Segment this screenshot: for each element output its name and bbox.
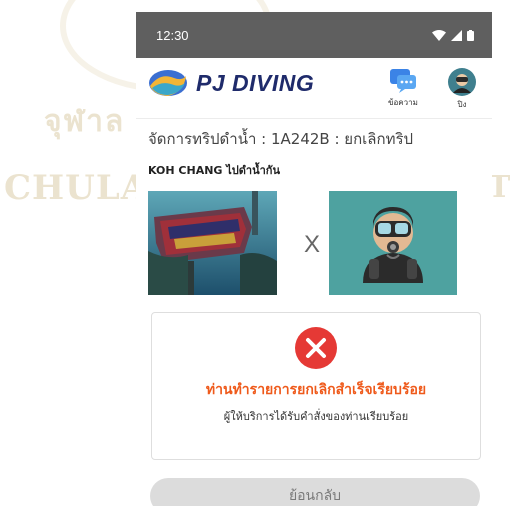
phone-screen: 12:30 PJ DIVING ข้อความ ปิง จัดการทริปดำ… [136,12,492,506]
dive-site-photo [148,191,277,295]
wifi-icon [432,29,446,41]
breadcrumb: จัดการทริปดำน้ำ : 1A242B : ยกเลิกทริป [148,130,414,148]
status-bar: 12:30 [136,12,492,58]
scuba-diver-icon [363,207,423,283]
status-icons [432,29,474,41]
app-header: PJ DIVING ข้อความ ปิง [136,58,492,119]
trip-title: KOH CHANG ไปดำน้ำกัน [148,164,280,177]
profile-button[interactable]: ปิง [448,68,476,111]
separator-x: X [304,231,321,258]
app-logo[interactable]: PJ DIVING [148,68,314,98]
wave-logo-icon [149,70,187,96]
messages-button[interactable]: ข้อความ [388,68,418,109]
result-title: ท่านทำรายการยกเลิกสำเร็จเรียบร้อย [205,382,427,398]
result-subtitle: ผู้ให้บริการได้รับคำสั่งของท่านเรียบร้อย [223,410,409,423]
cellular-signal-icon [451,29,462,41]
trip-images-row: X [136,191,492,295]
diver-illustration [329,191,457,295]
app-logo-text: PJ DIVING [196,69,315,96]
watermark-thai-text: จุฬาล [44,104,126,139]
cancel-result-card: ท่านทำรายการยกเลิกสำเร็จเรียบร้อย ผู้ให้… [151,312,481,460]
main-content: จัดการทริปดำน้ำ : 1A242B : ยกเลิกทริป KO… [136,127,492,179]
battery-icon [467,29,474,41]
status-time: 12:30 [156,27,189,43]
error-x-icon [295,327,337,373]
shipwreck-image [148,191,277,295]
messages-label: ข้อความ [388,98,418,107]
profile-label: ปิง [457,100,467,109]
user-avatar-icon [448,68,476,96]
back-button[interactable]: ย้อนกลับ [150,478,480,506]
chat-bubble-icon [389,69,416,93]
